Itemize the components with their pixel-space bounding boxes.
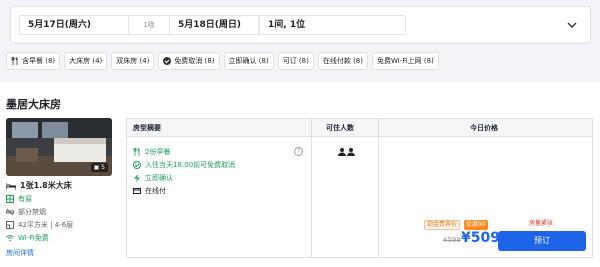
discount-badge: 优惠90 xyxy=(464,220,488,230)
feature-label: 2份早餐 xyxy=(145,148,171,156)
attr-wifi: Wi-Fi免费 xyxy=(6,233,49,243)
filter-label: 可订 (8) xyxy=(282,57,309,65)
book-button[interactable]: 预订 xyxy=(498,231,586,251)
help-icon[interactable]: ? xyxy=(294,147,303,156)
filter-label: 免费Wi-Fi上网 (8) xyxy=(376,57,434,65)
filter-king-bed[interactable]: 大床房 (4) xyxy=(64,52,108,70)
low-availability-badge: 房量紧张 xyxy=(529,220,554,227)
photo-count-badge: ▣ 5 xyxy=(90,163,108,172)
area-icon xyxy=(6,221,14,229)
check-circle-icon xyxy=(163,57,172,65)
filter-breakfast[interactable]: 含早餐 (8) xyxy=(6,52,61,70)
attr-window: 有窗 xyxy=(6,194,32,204)
current-price: ¥509 xyxy=(461,230,500,246)
room-details-link[interactable]: 房间详情 xyxy=(6,248,34,258)
attr-label: 42平方米 | 4-6层 xyxy=(18,221,74,229)
feature-free-cancel: 入住当天18:00前可免费取消 xyxy=(133,160,235,170)
column-divider xyxy=(378,119,379,257)
lightning-icon xyxy=(134,174,140,182)
feature-instant-confirm: 立即确认 xyxy=(133,173,173,183)
rate-table: 房型摘要 可住人数 今日价格 2份早餐 ? 入住当天18:00前可免费取消 立即… xyxy=(126,118,593,258)
attr-label: 部分禁烟 xyxy=(18,208,46,216)
original-price: ¥599 xyxy=(443,236,461,244)
filter-online-pay[interactable]: 在线付款 (8) xyxy=(317,52,368,70)
filter-free-cancel[interactable]: 免费取消 (8) xyxy=(158,52,220,70)
occupancy-icons xyxy=(338,148,355,156)
attr-smoking: 部分禁烟 xyxy=(6,207,46,217)
col-summary-header: 房型摘要 xyxy=(133,124,161,132)
no-smoking-icon xyxy=(6,208,14,216)
feature-label: 入住当天18:00前可免费取消 xyxy=(145,161,236,169)
filter-label: 在线付款 (8) xyxy=(322,57,363,65)
wifi-icon xyxy=(6,235,14,242)
bed-info: 1张1.8米大床 xyxy=(6,180,72,191)
card-icon xyxy=(133,188,141,194)
feature-label: 在线付 xyxy=(145,187,166,195)
window-icon xyxy=(6,195,14,203)
filter-free-wifi[interactable]: 免费Wi-Fi上网 (8) xyxy=(371,52,439,70)
person-icon xyxy=(338,148,346,156)
attr-area: 42平方米 | 4-6层 xyxy=(6,220,73,230)
checkout-date[interactable]: 5月18日(周日) xyxy=(169,15,259,35)
chevron-down-icon[interactable] xyxy=(566,20,578,30)
filter-label: 立即确认 (8) xyxy=(228,57,269,65)
search-area: 5月17日(周六) 1晚 5月18日(周日) 1间, 1位 含早餐 (8) 大床… xyxy=(0,0,600,82)
filter-label: 大床房 (4) xyxy=(69,57,103,65)
room-photo[interactable]: ▣ 5 xyxy=(6,118,112,176)
fork-knife-icon xyxy=(133,148,140,156)
filter-twin-bed[interactable]: 双床房 (4) xyxy=(111,52,155,70)
feature-breakfast: 2份早餐 xyxy=(133,147,170,157)
rooms-guests-select[interactable]: 1间, 1位 xyxy=(259,15,406,35)
bed-label: 1张1.8米大床 xyxy=(20,181,72,190)
column-divider xyxy=(311,119,312,257)
check-circle-icon xyxy=(133,161,141,169)
attr-label: Wi-Fi免费 xyxy=(18,234,49,242)
feature-online-pay: 在线付 xyxy=(133,186,166,196)
checkin-date[interactable]: 5月17日(周六) xyxy=(19,15,129,35)
rate-table-header: 房型摘要 可住人数 今日价格 xyxy=(127,119,592,137)
bed-icon xyxy=(6,182,16,190)
person-icon xyxy=(347,148,355,156)
stay-search-bar[interactable]: 5月17日(周六) 1晚 5月18日(周日) 1间, 1位 xyxy=(10,6,591,44)
feature-label: 立即确认 xyxy=(145,174,173,182)
filter-available[interactable]: 可订 (8) xyxy=(277,52,314,70)
col-occupancy-header: 可住人数 xyxy=(326,124,354,132)
photo-count: 5 xyxy=(101,164,105,171)
filter-label: 双床房 (4) xyxy=(116,57,150,65)
member-price-badge: 铂金贵宾价 xyxy=(424,220,461,230)
filter-instant-confirm[interactable]: 立即确认 (8) xyxy=(223,52,274,70)
room-title: 墨居大床房 xyxy=(6,98,61,111)
col-price-header: 今日价格 xyxy=(470,124,498,132)
nights-count: 1晚 xyxy=(129,15,169,35)
room-card: 墨居大床房 ▣ 5 1张1.8米大床 有窗 部分禁烟 42平方米 | 4-6层 … xyxy=(0,82,600,267)
fork-knife-icon xyxy=(11,57,18,65)
attr-label: 有窗 xyxy=(18,195,32,203)
filter-bar: 含早餐 (8) 大床房 (4) 双床房 (4) 免费取消 (8) 立即确认 (8… xyxy=(6,52,439,70)
filter-label: 免费取消 (8) xyxy=(174,57,215,65)
filter-label: 含早餐 (8) xyxy=(22,57,56,65)
